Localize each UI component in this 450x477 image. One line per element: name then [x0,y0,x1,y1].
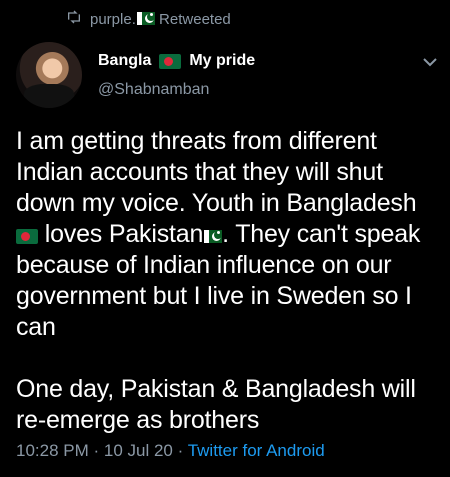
tweet-text: I am getting threats from different Indi… [16,126,436,436]
bangladesh-flag-icon [159,53,182,69]
tweet-line: because of Indian influence on our [16,251,392,279]
retweet-icon [66,9,82,29]
tweet-line: One day, Pakistan & Bangladesh will [16,375,416,403]
tweet-line: government but I live in Sweden so I [16,282,412,310]
retweeter-name[interactable]: purple. [90,11,136,28]
tweet-line: re-emerge as brothers [16,406,260,434]
pakistan-flag-icon [136,11,155,25]
tweet-line: can [16,313,56,341]
tweet-line: Indian accounts that they will shut [16,158,383,186]
retweet-context[interactable]: purple. Retweeted [66,8,231,30]
bangladesh-flag-icon [16,229,38,244]
author-handle[interactable]: @Shabnamban [98,81,209,99]
tweet-line: down my voice. Youth in Bangladesh [16,189,417,217]
tweet-meta: 10:28 PM · 10 Jul 20 · Twitter for Andro… [16,441,325,460]
author-name-part1: Bangla [98,52,152,69]
chevron-down-icon[interactable] [418,52,442,72]
tweet-date: 10 Jul 20 [103,441,173,460]
tweet-source-link[interactable]: Twitter for Android [188,441,325,460]
author-name[interactable]: Bangla My pride [98,52,255,70]
avatar[interactable] [16,42,82,108]
tweet-line: I am getting threats from different [16,127,377,155]
tweet-line: loves Pakistan. They can't speak [16,219,436,250]
pakistan-flag-icon [204,230,223,243]
author-name-part2: My pride [189,52,256,69]
tweet-time: 10:28 PM [16,441,89,460]
retweeted-label: Retweeted [159,10,231,28]
